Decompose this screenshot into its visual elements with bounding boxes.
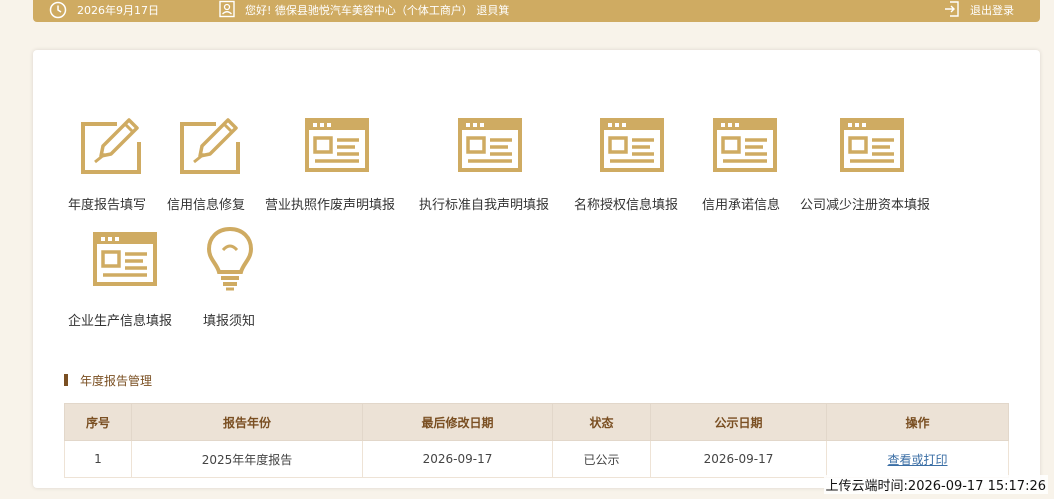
cell-action: 查看或打印: [826, 440, 1009, 478]
form-window-icon: [600, 118, 664, 172]
form-window-icon: [305, 118, 369, 172]
tile-credit-repair[interactable]: 信用信息修复: [166, 112, 256, 213]
table-header-row: 序号 报告年份 最后修改日期 状态 公示日期 操作: [64, 403, 1009, 441]
cell-modified-date: 2026-09-17: [362, 440, 553, 478]
cell-report-year: 2025年年度报告: [131, 440, 363, 478]
tile-label: 名称授权信息填报: [574, 198, 679, 213]
form-window-icon: [713, 118, 777, 172]
upload-timestamp: 上传云端时间:2026-09-17 15:17:26: [823, 475, 1048, 494]
column-header: 状态: [552, 403, 651, 441]
tile-label: 年度报告填写: [68, 198, 147, 213]
section-marker: [64, 374, 68, 386]
lightbulb-icon: [206, 226, 254, 291]
tile-production-info[interactable]: 企业生产信息填报: [67, 226, 187, 329]
tile-label: 执行标准自我声明填报: [419, 198, 550, 213]
column-header: 序号: [64, 403, 132, 441]
form-window-icon: [840, 118, 904, 172]
greeting-text: 您好! 德保县驰悦汽车美容中心（个体工商户） 退貝箕: [245, 4, 510, 17]
tile-credit-commitment[interactable]: 信用承诺信息: [701, 112, 793, 213]
section-title: 年度报告管理: [80, 374, 153, 388]
annual-report-table: 序号 报告年份 最后修改日期 状态 公示日期 操作 1 2025年年度报告 20…: [64, 403, 1009, 478]
table-row: 1 2025年年度报告 2026-09-17 已公示 2026-09-17 查看…: [64, 440, 1009, 478]
pencil-icon: [180, 118, 240, 174]
tile-capital-reduction[interactable]: 公司减少注册资本填报: [800, 112, 948, 213]
cell-status: 已公示: [552, 440, 651, 478]
tile-label: 信用承诺信息: [702, 198, 781, 213]
tile-label: 信用信息修复: [167, 198, 246, 213]
user-icon: [219, 0, 235, 18]
pencil-icon: [81, 118, 141, 174]
tile-standard-declaration[interactable]: 执行标准自我声明填报: [419, 112, 567, 213]
tile-license-void[interactable]: 营业执照作废声明填报: [264, 112, 412, 213]
tile-filing-notice[interactable]: 填报须知: [201, 226, 265, 329]
tile-label: 公司减少注册资本填报: [800, 198, 931, 213]
column-header: 公示日期: [650, 403, 827, 441]
logout-button[interactable]: 退出登录: [970, 2, 1014, 18]
column-header: 报告年份: [131, 403, 363, 441]
tile-label: 企业生产信息填报: [68, 314, 173, 329]
clock-icon: [49, 1, 67, 19]
tile-annual-report[interactable]: 年度报告填写: [67, 112, 157, 213]
tile-label: 填报须知: [203, 314, 256, 329]
cell-publish-date: 2026-09-17: [650, 440, 827, 478]
main-card: 年度报告填写 信用信息修复 营业执照作废声明填报 执行标准自我声明填报 名称授权…: [33, 50, 1040, 488]
tile-label: 营业执照作废声明填报: [265, 198, 396, 213]
tile-name-authorization[interactable]: 名称授权信息填报: [574, 112, 694, 213]
column-header: 操作: [826, 403, 1009, 441]
view-print-link[interactable]: 查看或打印: [887, 453, 947, 467]
logout-icon[interactable]: [943, 0, 961, 18]
current-date: 2026年9月17日: [77, 4, 159, 17]
top-bar: 2026年9月17日 您好! 德保县驰悦汽车美容中心（个体工商户） 退貝箕 退出…: [33, 0, 1040, 22]
column-header: 最后修改日期: [362, 403, 553, 441]
form-window-icon: [458, 118, 522, 172]
cell-index: 1: [64, 440, 132, 478]
form-window-icon: [93, 232, 157, 286]
